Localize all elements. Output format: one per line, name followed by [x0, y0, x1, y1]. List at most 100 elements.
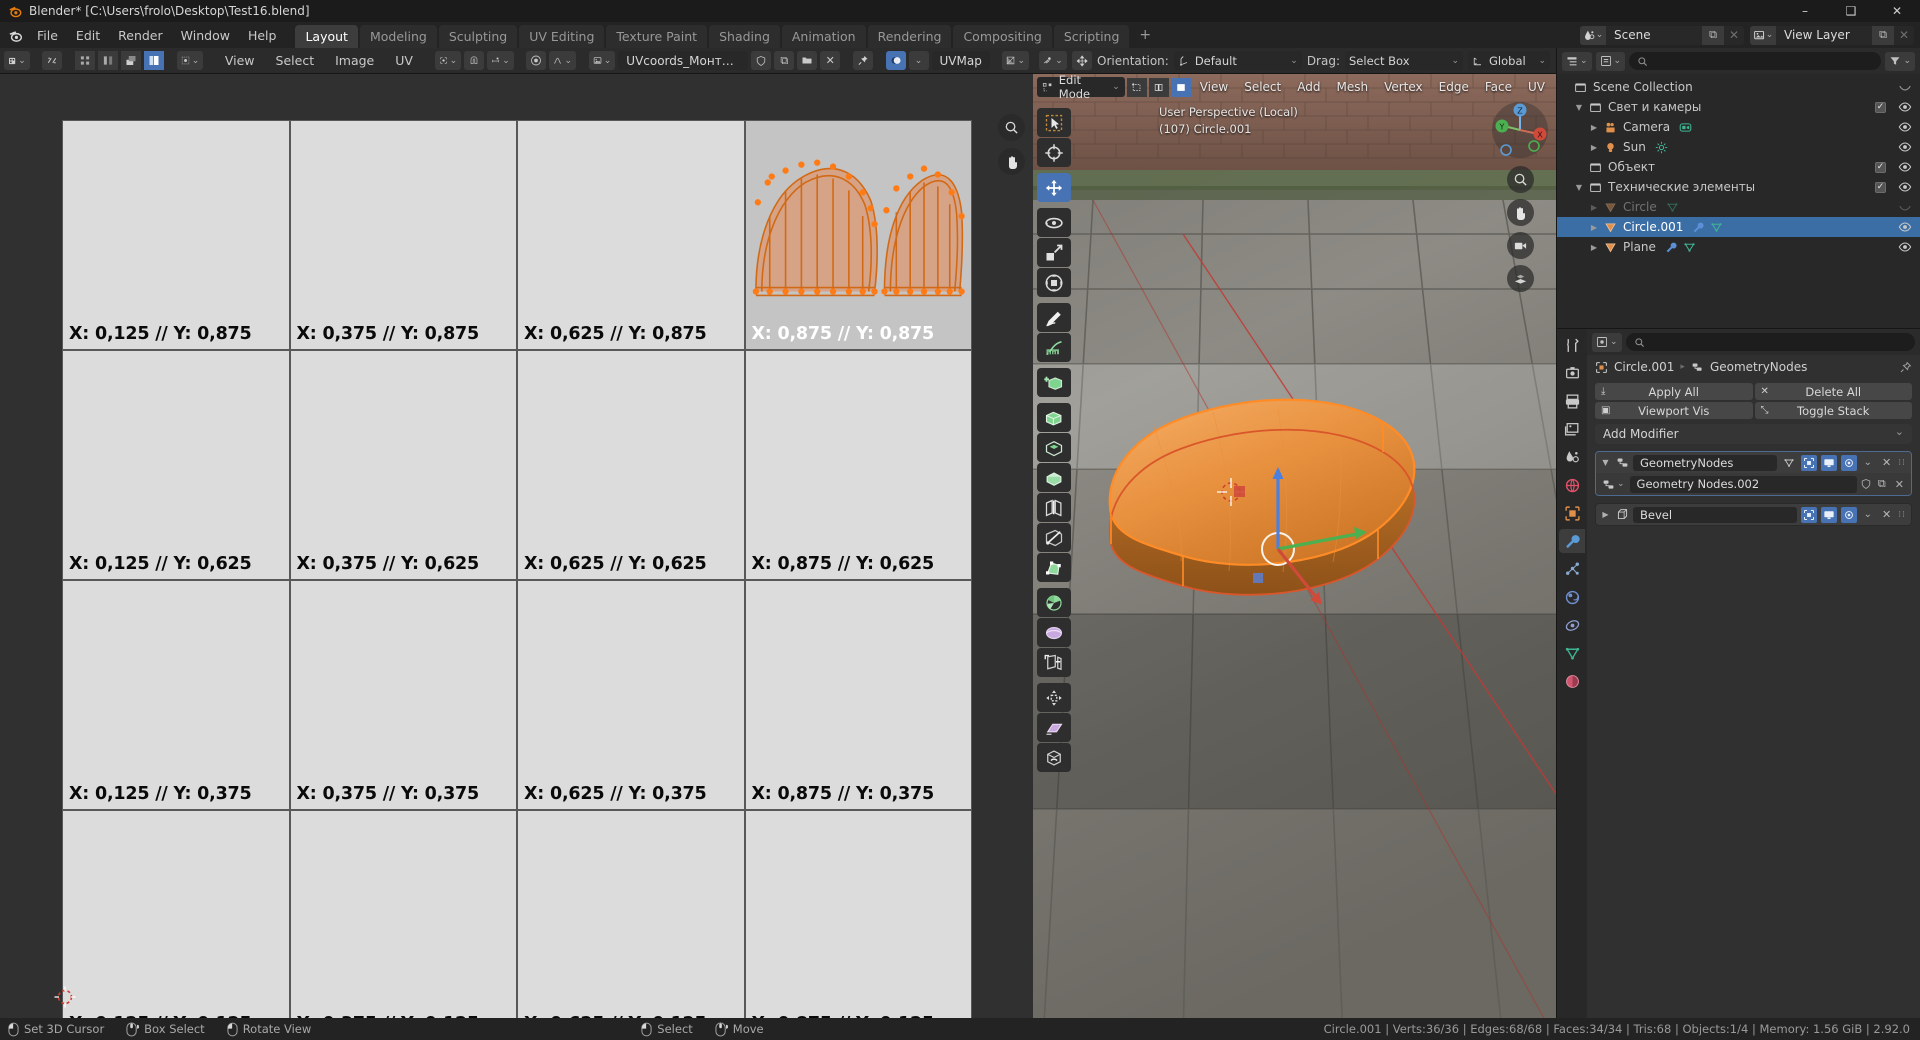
uv-grid-cell[interactable]: X: 0,625 // Y: 0,375	[517, 580, 745, 810]
add-workspace-button[interactable]: +	[1131, 24, 1159, 46]
workspace-tab-texture-paint[interactable]: Texture Paint	[606, 25, 708, 49]
tool-cursor-button[interactable]	[1037, 138, 1071, 167]
uv-menu-view[interactable]: View	[216, 51, 264, 70]
uv-grid-cell[interactable]: X: 0,125 // Y: 0,375	[62, 580, 290, 810]
uv-grid-cell[interactable]: X: 0,125 // Y: 0,625	[62, 350, 290, 580]
properties-tab-render[interactable]	[1559, 361, 1585, 385]
node-group-browse-button[interactable]: ⌄	[1600, 478, 1627, 491]
uv-grid-cell[interactable]: X: 0,875 // Y: 0,875	[744, 120, 972, 350]
modifier-expand-triangle-icon[interactable]: ▶	[1599, 510, 1612, 519]
viewport-menu-face[interactable]: Face	[1478, 78, 1519, 96]
viewport-canvas[interactable]: Edit Mode ⌄ View Select Add Mesh Vertex …	[1033, 74, 1556, 1018]
workspace-tab-rendering[interactable]: Rendering	[867, 25, 952, 49]
vertex-select-mode-button[interactable]	[1126, 77, 1147, 97]
tool-edge-slide-button[interactable]	[1037, 648, 1071, 677]
properties-tab-scene[interactable]	[1559, 445, 1585, 469]
uv-select-vertex-button[interactable]	[75, 51, 96, 70]
modifier-row[interactable]: ▼ GeometryNodes ⌄ ✕ ⁞⁞	[1596, 452, 1911, 473]
fake-user-button[interactable]	[751, 51, 772, 70]
properties-editor-type-button[interactable]: ⌄	[1592, 332, 1622, 352]
properties-tab-modifier[interactable]	[1559, 529, 1585, 553]
uv-overlay-button[interactable]: ⌄	[1002, 51, 1030, 70]
mesh-data-icon[interactable]	[1683, 241, 1696, 254]
modifier-drag-handle[interactable]: ⁞⁞	[1898, 510, 1908, 520]
modifier-show-in-editmode-button[interactable]	[1800, 506, 1817, 523]
tool-tweak-select-box-button[interactable]	[1037, 108, 1071, 137]
workspace-tab-compositing[interactable]: Compositing	[953, 25, 1052, 49]
uv-select-island-button[interactable]	[144, 51, 165, 70]
uv-grid-cell[interactable]: X: 0,375 // Y: 0,625	[289, 350, 517, 580]
expand-triangle-icon[interactable]: ▼	[1572, 103, 1586, 112]
collection-checkbox[interactable]	[1875, 161, 1886, 173]
transform-orientation-dropdown[interactable]: Global ⌄	[1468, 51, 1550, 70]
modifier-show-viewport-button[interactable]	[1820, 454, 1837, 471]
mode-selector[interactable]: Edit Mode ⌄	[1037, 74, 1125, 101]
workspace-tab-sculpting[interactable]: Sculpting	[438, 25, 518, 49]
outliner-filter-button[interactable]: ⌄	[1885, 51, 1915, 71]
new-scene-button[interactable]: ⧉	[1702, 25, 1724, 45]
new-view-layer-button[interactable]: ⧉	[1872, 25, 1894, 45]
modifier-show-render-button[interactable]	[1840, 454, 1857, 471]
pan-hand-icon[interactable]	[1506, 199, 1534, 226]
properties-tab-data[interactable]	[1559, 641, 1585, 665]
tool-settings-editor-icon[interactable]: ⌄	[1039, 51, 1067, 70]
apply-all-button[interactable]: ⤓ Apply All	[1595, 383, 1753, 400]
expand-triangle-icon[interactable]: ▶	[1587, 223, 1601, 232]
workspace-tab-layout[interactable]: Layout	[295, 25, 358, 49]
tool-smooth-button[interactable]	[1037, 618, 1071, 647]
properties-tab-physics[interactable]	[1559, 585, 1585, 609]
node-group-name[interactable]: Geometry Nodes.002	[1629, 475, 1857, 493]
edge-select-mode-button[interactable]	[1148, 77, 1169, 97]
scene-selector[interactable]: ⌄ Scene ⧉ ✕	[1580, 25, 1744, 45]
tool-spin-button[interactable]	[1037, 588, 1071, 617]
breadcrumb-object[interactable]: Circle.001	[1614, 360, 1674, 374]
tool-measure-button[interactable]	[1037, 333, 1071, 362]
menu-help[interactable]: Help	[239, 25, 286, 46]
outliner-row[interactable]: ▼ Свет и камеры	[1557, 97, 1920, 117]
uv-grid-cell[interactable]: X: 0,625 // Y: 0,125	[517, 810, 745, 1018]
new-node-group-button[interactable]: ⧉	[1875, 477, 1889, 491]
uv-channels-dropdown[interactable]: ⌄	[908, 51, 929, 70]
uv-grid-cell[interactable]: X: 0,375 // Y: 0,125	[289, 810, 517, 1018]
camera-view-icon[interactable]	[1506, 232, 1534, 259]
properties-search-input[interactable]	[1625, 333, 1915, 351]
add-modifier-button[interactable]: Add Modifier	[1595, 424, 1912, 444]
tool-transform-button[interactable]	[1037, 268, 1071, 297]
visibility-eye-icon[interactable]	[1898, 80, 1912, 94]
tool-shrink-fatten-button[interactable]	[1037, 683, 1071, 712]
workspace-tab-uv-editing[interactable]: UV Editing	[519, 25, 605, 49]
modifier-delete-button[interactable]: ✕	[1879, 508, 1894, 521]
visibility-eye-icon[interactable]	[1898, 140, 1912, 154]
close-button[interactable]: ✕	[1874, 0, 1920, 22]
tool-poly-build-button[interactable]	[1037, 553, 1071, 582]
unlink-image-button[interactable]: ✕	[820, 51, 841, 70]
visibility-eye-icon[interactable]	[1898, 200, 1912, 214]
uv-snap-magnet-button[interactable]	[464, 51, 485, 70]
image-name-field[interactable]: UVcoords_Монтаж...	[618, 51, 749, 70]
workspace-tab-shading[interactable]: Shading	[709, 25, 780, 49]
properties-tab-particles[interactable]	[1559, 557, 1585, 581]
drag-dropdown[interactable]: Select Box ⌄	[1345, 51, 1463, 70]
viewport-menu-edge[interactable]: Edge	[1432, 78, 1476, 96]
copy-image-button[interactable]: ⧉	[774, 51, 795, 70]
tool-extrude-region-button[interactable]	[1037, 403, 1071, 432]
snap-target-button[interactable]: ⌄	[487, 51, 514, 70]
open-image-button[interactable]	[797, 51, 818, 70]
tool-rip-region-button[interactable]	[1037, 743, 1071, 772]
navigation-gizmo[interactable]: Z X Y	[1490, 100, 1550, 160]
pin-id-icon[interactable]	[1899, 361, 1912, 374]
menu-edit[interactable]: Edit	[67, 25, 109, 46]
move-tool-icon[interactable]	[1071, 51, 1093, 70]
modifier-delete-button[interactable]: ✕	[1879, 456, 1894, 469]
workspace-tab-modeling[interactable]: Modeling	[359, 25, 437, 49]
workspace-tab-animation[interactable]: Animation	[781, 25, 866, 49]
tool-shear-button[interactable]	[1037, 713, 1071, 742]
delete-all-button[interactable]: ✕ Delete All	[1754, 383, 1912, 400]
visibility-eye-icon[interactable]	[1898, 160, 1912, 174]
tool-annotate-button[interactable]	[1037, 303, 1071, 332]
outliner-row[interactable]: ▶ Plane	[1557, 237, 1920, 257]
outliner-row[interactable]: Объект	[1557, 157, 1920, 177]
zoom-icon[interactable]	[1506, 166, 1534, 193]
modifier-show-viewport-button[interactable]	[1820, 506, 1837, 523]
orientation-dropdown[interactable]: Default ⌄	[1173, 51, 1302, 70]
